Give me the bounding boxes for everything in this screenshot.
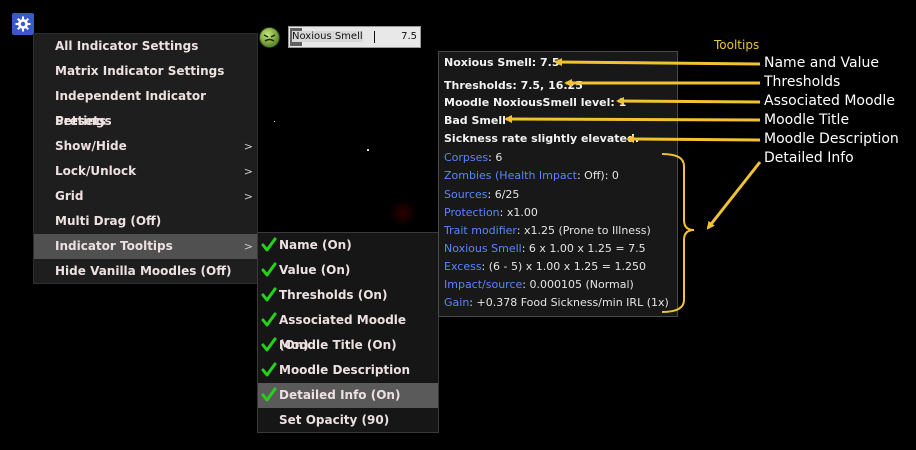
arrow-detailed-info <box>706 161 762 230</box>
arrow-moodle-title <box>504 115 761 124</box>
detailed-info-brace <box>661 153 695 313</box>
annotation-label: Moodle Description <box>764 131 899 147</box>
annotation-label: Name and Value <box>764 55 879 71</box>
arrow-moodle-description <box>626 135 761 144</box>
arrow-associated-moodle <box>616 97 761 106</box>
annotation-title: Tooltips <box>714 38 760 52</box>
annotation-label: Associated Moodle <box>764 93 895 109</box>
annotation-label: Thresholds <box>764 74 841 90</box>
annotation-label: Moodle Title <box>764 112 850 128</box>
annotation-label: Detailed Info <box>764 150 854 166</box>
arrow-name-value <box>554 58 761 67</box>
